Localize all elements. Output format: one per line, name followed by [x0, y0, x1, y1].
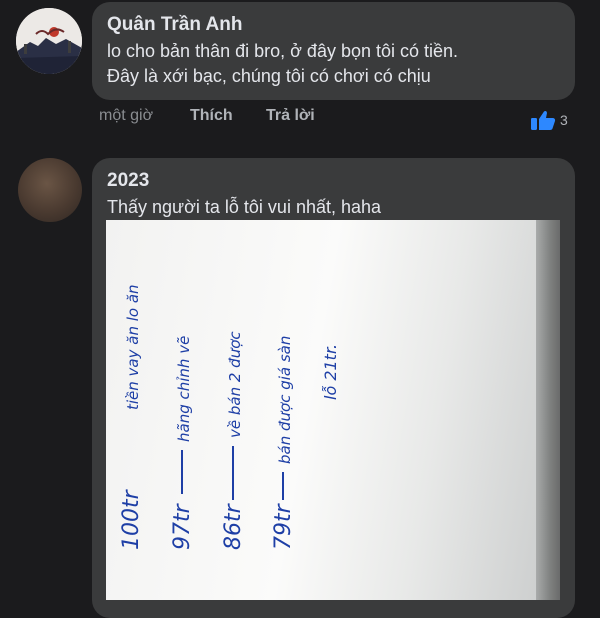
- note-text: bán được giá sàn: [276, 336, 294, 464]
- comment-author[interactable]: 2023: [107, 170, 149, 192]
- handwritten-note: 100tr tiền vay ăn lo ăn 97tr hãng chỉnh …: [119, 284, 340, 550]
- note-text: 100tr: [119, 488, 144, 550]
- comment-timestamp[interactable]: một giờ: [99, 107, 153, 125]
- note-text: về bán 2 được: [226, 331, 244, 438]
- profile-picture-icon: [16, 8, 82, 74]
- thumbs-up-icon: [531, 111, 556, 130]
- like-button[interactable]: Thích: [190, 107, 233, 125]
- photo-frame-edge: [536, 220, 560, 600]
- comment-text-line: lo cho bản thân đi bro, ở đây bọn tôi có…: [107, 41, 459, 61]
- note-text: 86tr: [221, 502, 246, 550]
- note-text: 79tr: [271, 502, 296, 550]
- avatar[interactable]: [16, 8, 82, 74]
- avatar[interactable]: [18, 158, 82, 222]
- note-text: 97tr: [170, 502, 195, 550]
- comment-author[interactable]: Quân Trần Anh: [107, 14, 242, 36]
- comment-photo[interactable]: 100tr tiền vay ăn lo ăn 97tr hãng chỉnh …: [106, 220, 560, 600]
- reaction-count: 3: [560, 112, 568, 128]
- note-text: tiền vay ăn lo ăn: [124, 284, 142, 410]
- comment-text-line: Đây là xới bạc, chúng tôi có chơi có chị…: [107, 66, 431, 86]
- reply-button[interactable]: Trả lời: [266, 107, 315, 125]
- comment-text-line: Thấy người ta lỗ tôi vui nhất, haha: [107, 197, 382, 217]
- note-text: hãng chỉnh vẽ: [175, 336, 193, 442]
- reaction-summary[interactable]: 3: [530, 109, 568, 131]
- note-text: lỗ 21tr.: [321, 344, 340, 400]
